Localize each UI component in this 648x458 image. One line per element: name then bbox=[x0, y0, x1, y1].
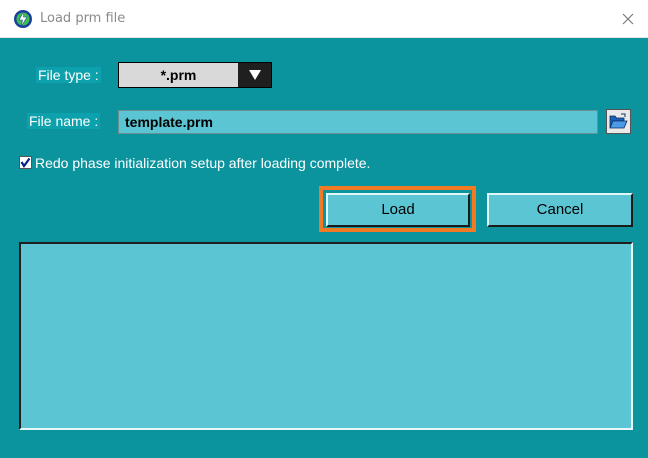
dropdown-arrow-button[interactable] bbox=[238, 63, 271, 87]
load-prm-dialog: Load prm file File type : *.prm File nam… bbox=[0, 0, 648, 458]
file-name-label: File name : bbox=[27, 113, 101, 129]
triangle-down-icon bbox=[248, 70, 261, 80]
checkmark-icon bbox=[20, 157, 31, 168]
load-button[interactable]: Load bbox=[326, 193, 470, 227]
cancel-button[interactable]: Cancel bbox=[487, 193, 633, 227]
redo-phase-checkbox[interactable] bbox=[19, 156, 32, 169]
file-type-label: File type : bbox=[36, 67, 101, 83]
file-type-select[interactable]: *.prm bbox=[118, 62, 272, 88]
file-name-input[interactable]: template.prm bbox=[118, 110, 598, 134]
output-log-area[interactable] bbox=[19, 242, 633, 430]
title-bar: Load prm file bbox=[0, 0, 648, 38]
app-icon bbox=[13, 9, 33, 29]
file-type-value: *.prm bbox=[160, 67, 197, 83]
close-button[interactable] bbox=[608, 0, 648, 38]
browse-button[interactable] bbox=[606, 109, 631, 134]
close-icon bbox=[622, 13, 634, 25]
open-folder-icon bbox=[609, 113, 628, 129]
window-title: Load prm file bbox=[40, 11, 126, 26]
dialog-body: File type : *.prm File name : template.p… bbox=[0, 38, 648, 458]
redo-phase-label: Redo phase initialization setup after lo… bbox=[35, 155, 371, 171]
